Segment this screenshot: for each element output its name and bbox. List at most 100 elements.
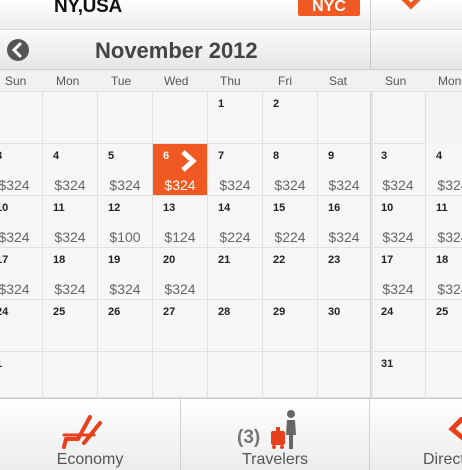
date-cell[interactable]: 10 $324 xyxy=(371,196,426,248)
date-cell[interactable]: 7 $324 xyxy=(208,144,263,196)
fare-price: $324 xyxy=(219,177,251,193)
date-number: 30 xyxy=(328,306,341,318)
date-cell[interactable]: 28 xyxy=(208,300,263,352)
date-cell[interactable]: 13 $124 xyxy=(153,196,208,248)
date-number: 8 xyxy=(273,150,280,162)
date-cell[interactable]: 29 xyxy=(263,300,318,352)
date-cell[interactable]: 31 xyxy=(371,352,426,398)
date-number: 1 xyxy=(218,98,225,110)
date-cell[interactable]: 3 $324 xyxy=(0,144,43,196)
date-number: 13 xyxy=(163,202,176,214)
date-cell[interactable]: 2 xyxy=(263,92,318,144)
fare-price: $100 xyxy=(109,229,141,245)
date-cell[interactable]: 14 $224 xyxy=(208,196,263,248)
date-cell[interactable]: 27 xyxy=(153,300,208,352)
date-cell[interactable]: 25 xyxy=(43,300,98,352)
date-number: 19 xyxy=(108,254,121,266)
date-cell xyxy=(318,92,371,144)
date-number: 15 xyxy=(273,202,286,214)
date-number: 22 xyxy=(273,254,286,266)
date-cell[interactable]: 23 xyxy=(318,248,371,300)
selected-date-cell[interactable]: 6 $324 xyxy=(153,144,208,196)
month-divider xyxy=(370,92,373,398)
date-cell[interactable]: 21 xyxy=(208,248,263,300)
fare-price: $324 xyxy=(109,177,141,193)
date-cell xyxy=(43,352,98,398)
tab-economy[interactable]: Economy xyxy=(0,399,181,470)
date-cell xyxy=(98,92,153,144)
date-number: 24 xyxy=(381,306,394,318)
date-cell[interactable]: 30 xyxy=(318,300,371,352)
date-cell xyxy=(98,352,153,398)
date-cell[interactable]: 1 xyxy=(0,352,43,398)
date-cell[interactable]: 26 xyxy=(98,300,153,352)
fare-price: $224 xyxy=(219,229,251,245)
date-cell[interactable]: 8 $324 xyxy=(263,144,318,196)
date-cell[interactable]: 24 xyxy=(0,300,43,352)
fare-price: $324 xyxy=(0,177,30,193)
date-cell[interactable]: 17 $324 xyxy=(0,248,43,300)
date-cell[interactable]: 11 $324 xyxy=(43,196,98,248)
destination-code-button[interactable]: NYC xyxy=(298,0,360,16)
date-cell xyxy=(426,352,462,398)
date-cell[interactable]: 11 $324 xyxy=(426,196,462,248)
date-cell[interactable]: 4 $324 xyxy=(426,144,462,196)
date-cell[interactable]: 16 $324 xyxy=(318,196,371,248)
weekday-label: Tue xyxy=(111,74,132,88)
date-cell[interactable]: 9 $324 xyxy=(318,144,371,196)
tab-economy-label: Economy xyxy=(56,451,124,468)
chevron-left-icon xyxy=(11,42,22,58)
date-cell[interactable]: 20 $324 xyxy=(153,248,208,300)
date-cell[interactable]: 18 $324 xyxy=(43,248,98,300)
travelers-count: (3) xyxy=(237,427,261,448)
date-cell[interactable]: 15 $224 xyxy=(263,196,318,248)
chevron-right-icon xyxy=(181,150,197,172)
date-cell xyxy=(0,92,43,144)
tab-direct[interactable]: Direct xyxy=(370,399,462,470)
date-cell[interactable]: 5 $324 xyxy=(98,144,153,196)
date-cell[interactable]: 3 $324 xyxy=(371,144,426,196)
fare-price: $324 xyxy=(382,177,414,193)
date-cell[interactable]: 19 $324 xyxy=(98,248,153,300)
date-cell[interactable]: 22 xyxy=(263,248,318,300)
date-number: 1 xyxy=(0,358,2,370)
fare-price: $324 xyxy=(164,281,196,297)
date-cell[interactable]: 18 $324 xyxy=(426,248,462,300)
month-title: November 2012 xyxy=(95,38,258,63)
fare-price: $324 xyxy=(0,281,30,297)
tab-travelers[interactable]: (3) Travelers xyxy=(181,399,370,470)
date-cell[interactable]: 24 xyxy=(371,300,426,352)
fare-price: $324 xyxy=(109,281,141,297)
fare-price: $324 xyxy=(164,177,196,193)
date-cell[interactable]: 1 xyxy=(208,92,263,144)
date-number: 16 xyxy=(328,202,341,214)
date-number: 6 xyxy=(163,150,170,162)
date-cell[interactable]: 12 $100 xyxy=(98,196,153,248)
date-number: 20 xyxy=(163,254,176,266)
date-number: 2 xyxy=(273,98,280,110)
date-cell xyxy=(43,92,98,144)
weekday-label: Sun xyxy=(5,74,27,88)
date-cell xyxy=(153,352,208,398)
arrow-icon[interactable] xyxy=(395,0,425,14)
date-cell[interactable]: 17 $324 xyxy=(371,248,426,300)
date-number: 7 xyxy=(218,150,225,162)
date-number: 5 xyxy=(108,150,115,162)
date-number: 10 xyxy=(0,202,9,214)
date-cell[interactable]: 10 $324 xyxy=(0,196,43,248)
date-number: 29 xyxy=(273,306,286,318)
fare-price: $324 xyxy=(437,177,462,193)
origin-city[interactable]: NY,USA xyxy=(54,0,122,18)
date-number: 12 xyxy=(108,202,121,214)
date-cell[interactable]: 4 $324 xyxy=(43,144,98,196)
fare-price: $324 xyxy=(54,229,86,245)
date-number: 28 xyxy=(218,306,231,318)
date-number: 14 xyxy=(218,202,231,214)
date-cell xyxy=(208,352,263,398)
date-number: 26 xyxy=(108,306,121,318)
previous-month-button[interactable] xyxy=(7,39,29,61)
weekday-label: Mon xyxy=(438,74,462,88)
fare-price: $324 xyxy=(437,281,462,297)
fare-price: $224 xyxy=(274,229,306,245)
date-cell[interactable]: 25 xyxy=(426,300,462,352)
